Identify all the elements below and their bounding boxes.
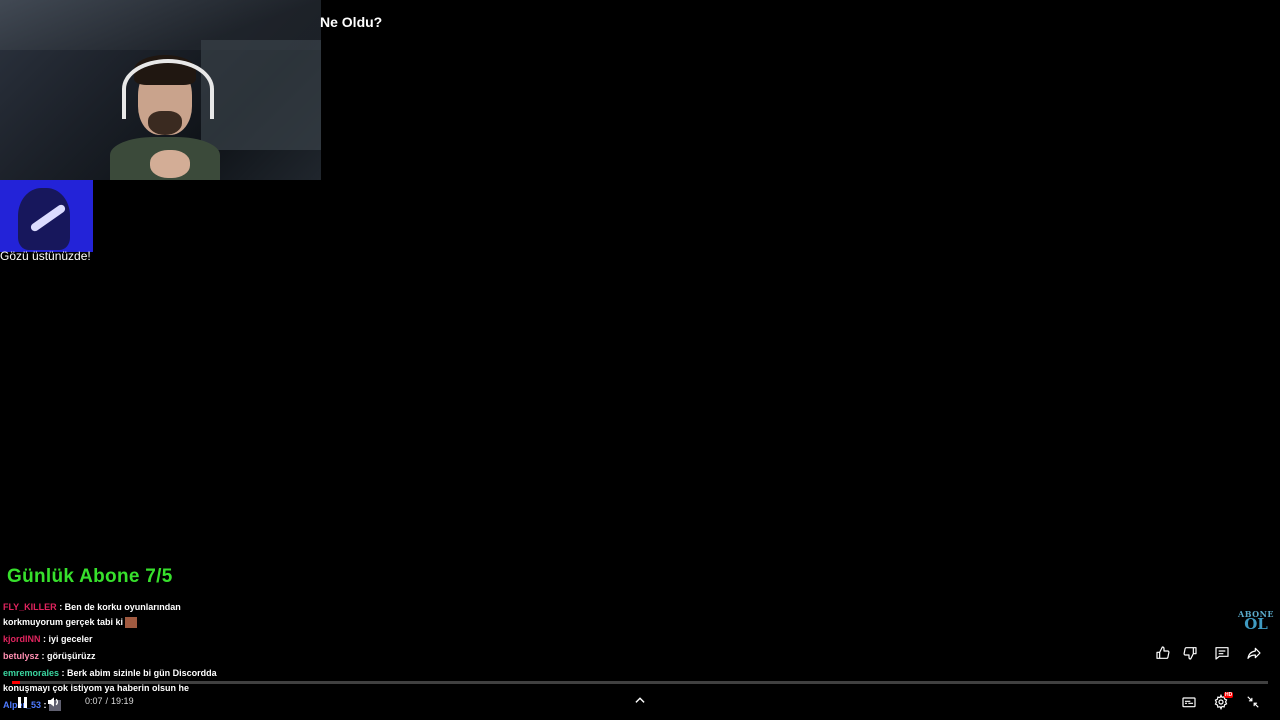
chat-username: emremorales: [3, 668, 60, 678]
chevron-up-icon: [635, 697, 645, 703]
sub-goal-text: Günlük Abone 7/5: [7, 566, 173, 587]
chat-username: betulysz: [3, 651, 40, 661]
time-separator: /: [105, 696, 109, 706]
streamer: [110, 55, 220, 180]
exit-fullscreen-icon: [1247, 696, 1259, 708]
expand-button[interactable]: [630, 690, 650, 710]
room-wall: [201, 40, 321, 150]
exit-fullscreen-button[interactable]: [1243, 692, 1263, 712]
action-bar: [1150, 643, 1270, 663]
progress-fill: [12, 681, 20, 684]
chat-message: kjordINN : iyi geceler: [3, 632, 228, 647]
time-current: 0:07: [85, 696, 103, 706]
chat-text: : iyi geceler: [40, 634, 93, 644]
pause-icon: [16, 696, 28, 708]
webcam-overlay: [0, 0, 321, 180]
comment-icon: [1215, 647, 1229, 660]
emote-icon: [125, 617, 138, 629]
chat-username: kjordINN: [3, 634, 41, 644]
chat-message: betulysz : görüşürüzz: [3, 649, 228, 664]
chat-username: FLY_KILLER: [3, 602, 57, 612]
progress-bar[interactable]: [12, 681, 1268, 684]
hd-badge: HD: [1224, 692, 1234, 698]
chat-text: : görüşürüzz: [39, 651, 96, 661]
volume-button[interactable]: [44, 692, 64, 712]
video-title: Ne Oldu?: [320, 14, 383, 30]
chat-message: FLY_KILLER : Ben de korku oyunlarından k…: [3, 600, 228, 630]
streamer-hands: [150, 150, 190, 178]
share-button[interactable]: [1243, 643, 1265, 663]
subtitles-button[interactable]: [1179, 692, 1199, 712]
alert-image: [0, 180, 93, 252]
player-controls: 0:07/19:19 HD: [0, 688, 1280, 720]
time-display: 0:07/19:19: [85, 696, 134, 706]
pause-button[interactable]: [12, 692, 32, 712]
thumbs-up-icon: [1156, 646, 1170, 659]
like-button[interactable]: [1152, 643, 1174, 663]
subscribe-logo-line2: OL: [1244, 615, 1268, 633]
share-icon: [1247, 647, 1261, 659]
alert-text: Gözü üstünüzde!: [0, 249, 91, 263]
comment-button[interactable]: [1211, 643, 1233, 663]
headset-icon: [122, 59, 214, 119]
subscribe-logo: ABONE OL: [1238, 609, 1274, 633]
thumbs-down-icon: [1183, 647, 1197, 660]
subtitles-icon: [1182, 697, 1196, 708]
time-total: 19:19: [111, 696, 134, 706]
volume-icon: [48, 697, 59, 707]
dislike-button[interactable]: [1179, 643, 1201, 663]
